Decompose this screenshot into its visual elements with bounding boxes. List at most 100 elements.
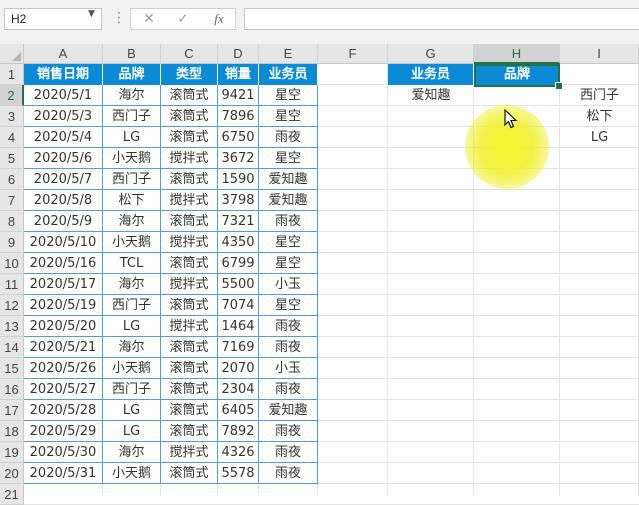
table-cell[interactable]: 小天鹅 xyxy=(103,463,161,484)
row-header-17[interactable]: 17 xyxy=(0,400,24,421)
row-header-8[interactable]: 8 xyxy=(0,211,24,232)
table-cell[interactable]: 4326 xyxy=(218,442,259,463)
table-header-cell[interactable]: 销量 xyxy=(218,64,259,85)
table-cell[interactable]: 2020/5/20 xyxy=(24,316,103,337)
table-cell[interactable]: 2020/5/9 xyxy=(24,211,103,232)
table-cell[interactable]: 3672 xyxy=(218,148,259,169)
table-cell[interactable]: 雨夜 xyxy=(259,421,318,442)
lookup-header-salesperson[interactable]: 业务员 xyxy=(388,64,474,85)
table-cell[interactable]: 星空 xyxy=(259,253,318,274)
table-cell[interactable]: 雨夜 xyxy=(259,316,318,337)
row-header-3[interactable]: 3 xyxy=(0,106,24,127)
table-cell[interactable]: 爱知趣 xyxy=(259,400,318,421)
table-cell[interactable]: 6799 xyxy=(218,253,259,274)
table-cell[interactable]: 小天鹅 xyxy=(103,358,161,379)
table-header-cell[interactable]: 类型 xyxy=(161,64,218,85)
column-header-c[interactable]: C xyxy=(161,44,218,64)
table-cell[interactable]: 滚筒式 xyxy=(161,463,218,484)
table-cell[interactable]: 星空 xyxy=(259,148,318,169)
column-header-d[interactable]: D xyxy=(218,44,259,64)
lookup-salesperson-value[interactable]: 爱知趣 xyxy=(388,85,474,106)
row-header-18[interactable]: 18 xyxy=(0,421,24,442)
table-cell[interactable]: 雨夜 xyxy=(259,379,318,400)
chevron-down-icon[interactable]: ▼ xyxy=(88,9,95,19)
table-cell[interactable]: 2020/5/16 xyxy=(24,253,103,274)
column-header-g[interactable]: G xyxy=(388,44,474,64)
table-cell[interactable]: 海尔 xyxy=(103,274,161,295)
row-header-5[interactable]: 5 xyxy=(0,148,24,169)
table-cell[interactable]: 6405 xyxy=(218,400,259,421)
table-cell[interactable]: 西门子 xyxy=(103,295,161,316)
table-header-cell[interactable]: 品牌 xyxy=(103,64,161,85)
drag-handle-icon[interactable]: ⋮ xyxy=(112,10,126,26)
table-cell[interactable]: 2020/5/4 xyxy=(24,127,103,148)
table-cell[interactable]: 雨夜 xyxy=(259,127,318,148)
table-cell[interactable]: TCL xyxy=(103,253,161,274)
table-cell[interactable]: 小天鹅 xyxy=(103,232,161,253)
table-cell[interactable]: LG xyxy=(103,127,161,148)
table-cell[interactable]: 雨夜 xyxy=(259,463,318,484)
table-cell[interactable]: 雨夜 xyxy=(259,211,318,232)
row-header-11[interactable]: 11 xyxy=(0,274,24,295)
table-cell[interactable]: 滚筒式 xyxy=(161,295,218,316)
table-cell[interactable]: 7321 xyxy=(218,211,259,232)
table-cell[interactable]: 6750 xyxy=(218,127,259,148)
table-cell[interactable]: LG xyxy=(103,421,161,442)
table-cell[interactable]: 2020/5/29 xyxy=(24,421,103,442)
table-cell[interactable]: 西门子 xyxy=(103,169,161,190)
select-all-button[interactable] xyxy=(0,44,24,64)
row-header-15[interactable]: 15 xyxy=(0,358,24,379)
table-cell[interactable]: 松下 xyxy=(103,190,161,211)
table-cell[interactable]: 爱知趣 xyxy=(259,190,318,211)
table-cell[interactable]: 海尔 xyxy=(103,442,161,463)
brand-result-cell[interactable]: 西门子 xyxy=(560,85,639,106)
table-cell[interactable]: 搅拌式 xyxy=(161,274,218,295)
table-cell[interactable]: 星空 xyxy=(259,232,318,253)
table-cell[interactable]: 7169 xyxy=(218,337,259,358)
table-cell[interactable]: 7074 xyxy=(218,295,259,316)
table-cell[interactable]: 海尔 xyxy=(103,337,161,358)
table-cell[interactable]: 雨夜 xyxy=(259,337,318,358)
table-cell[interactable]: LG xyxy=(103,316,161,337)
row-header-2[interactable]: 2 xyxy=(0,85,24,106)
table-cell[interactable]: 2020/5/28 xyxy=(24,400,103,421)
table-cell[interactable]: 西门子 xyxy=(103,106,161,127)
column-header-h[interactable]: H xyxy=(474,44,560,64)
table-cell[interactable]: 搅拌式 xyxy=(161,148,218,169)
insert-function-icon[interactable]: fx xyxy=(207,9,231,29)
table-header-cell[interactable]: 销售日期 xyxy=(24,64,103,85)
table-cell[interactable]: 海尔 xyxy=(103,85,161,106)
row-header-12[interactable]: 12 xyxy=(0,295,24,316)
lookup-header-brand[interactable]: 品牌 xyxy=(474,64,560,85)
table-cell[interactable]: 2020/5/3 xyxy=(24,106,103,127)
table-cell[interactable]: 2020/5/21 xyxy=(24,337,103,358)
table-cell[interactable]: 7896 xyxy=(218,106,259,127)
table-cell[interactable]: 4350 xyxy=(218,232,259,253)
row-header-1[interactable]: 1 xyxy=(0,64,24,85)
row-header-20[interactable]: 20 xyxy=(0,463,24,484)
table-cell[interactable]: 搅拌式 xyxy=(161,316,218,337)
row-header-6[interactable]: 6 xyxy=(0,169,24,190)
column-header-b[interactable]: B xyxy=(103,44,161,64)
table-cell[interactable]: 2020/5/1 xyxy=(24,85,103,106)
column-header-a[interactable]: A xyxy=(24,44,103,64)
row-header-19[interactable]: 19 xyxy=(0,442,24,463)
enter-icon[interactable]: ✓ xyxy=(171,9,195,29)
table-cell[interactable]: 滚筒式 xyxy=(161,421,218,442)
row-header-10[interactable]: 10 xyxy=(0,253,24,274)
table-cell[interactable]: 搅拌式 xyxy=(161,190,218,211)
table-cell[interactable]: 滚筒式 xyxy=(161,400,218,421)
table-cell[interactable]: 小玉 xyxy=(259,358,318,379)
table-cell[interactable]: 1590 xyxy=(218,169,259,190)
worksheet-grid[interactable]: ABCDEFGHI 1 2 3 4 5 6 7 8 9 10 11 12 13 14 15 16 17 18 19 2… xyxy=(0,44,639,505)
table-cell[interactable]: 5578 xyxy=(218,463,259,484)
table-cell[interactable]: LG xyxy=(103,400,161,421)
table-cell[interactable]: 星空 xyxy=(259,85,318,106)
table-cell[interactable]: 2020/5/30 xyxy=(24,442,103,463)
table-cell[interactable]: 雨夜 xyxy=(259,442,318,463)
table-cell[interactable]: 滚筒式 xyxy=(161,169,218,190)
row-header-7[interactable]: 7 xyxy=(0,190,24,211)
row-header-21[interactable]: 21 xyxy=(0,484,24,505)
table-cell[interactable]: 西门子 xyxy=(103,379,161,400)
formula-input[interactable] xyxy=(244,8,639,30)
